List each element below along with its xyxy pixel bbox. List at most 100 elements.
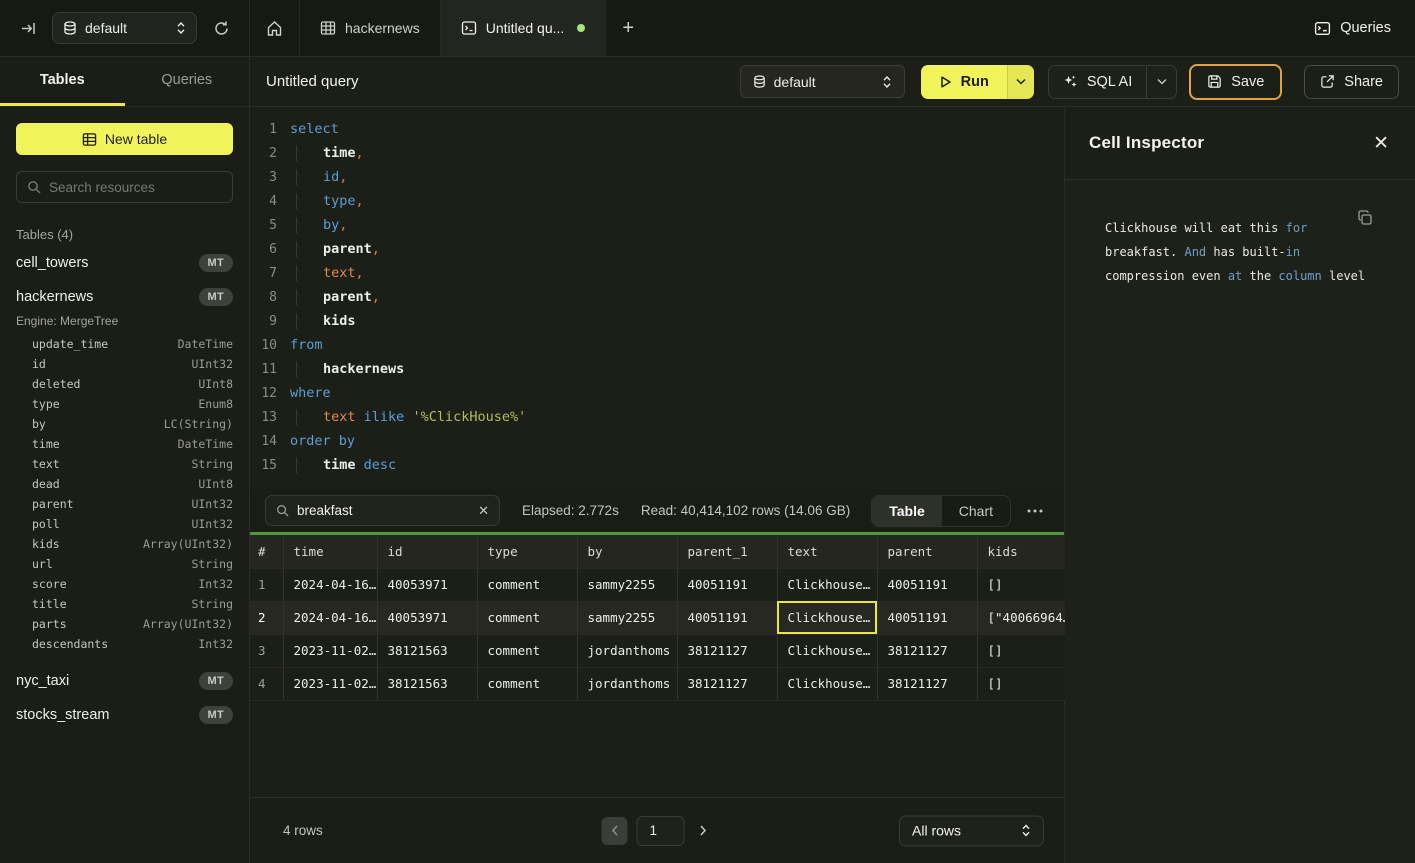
table-cell[interactable]: 38121127 [677,667,777,700]
column-header[interactable]: id [377,535,477,568]
table-cell[interactable]: ["40066964… [977,601,1065,634]
tab-hackernews[interactable]: hackernews [300,0,441,56]
sidebar-table-cell-towers[interactable]: cell_towers MT [0,248,249,278]
table-cell[interactable]: 2023-11-02… [283,634,377,667]
sql-ai-button[interactable]: SQL AI [1049,74,1146,90]
table-cell[interactable]: 38121563 [377,667,477,700]
column-header[interactable]: kids [977,535,1065,568]
save-button[interactable]: Save [1189,64,1282,100]
column-list-item[interactable]: partsArray(UInt32) [0,614,249,634]
table-cell[interactable]: 38121127 [677,634,777,667]
table-cell[interactable]: Clickhouse… [777,634,877,667]
column-list-item[interactable]: pollUInt32 [0,514,249,534]
sidebar-tab-queries[interactable]: Queries [125,57,250,106]
column-header[interactable]: time [283,535,377,568]
column-list-item[interactable]: typeEnum8 [0,394,249,414]
tab-home[interactable] [250,0,300,56]
sidebar-table-hackernews[interactable]: hackernews MT [0,282,249,312]
column-list-item[interactable]: deadUInt8 [0,474,249,494]
column-header[interactable]: # [250,535,283,568]
column-list-item[interactable]: parentUInt32 [0,494,249,514]
table-cell[interactable]: 2024-04-16… [283,568,377,601]
table-cell[interactable]: jordanthoms [577,634,677,667]
clear-filter-icon[interactable]: ✕ [478,503,489,519]
column-list-item[interactable]: descendantsInt32 [0,634,249,654]
table-cell[interactable]: [] [977,568,1065,601]
table-cell[interactable]: jordanthoms [577,667,677,700]
page-size-selector[interactable]: All rows [899,815,1044,846]
sql-ai-options-button[interactable] [1146,66,1176,98]
search-resources-input[interactable] [49,180,222,195]
table-cell[interactable]: comment [477,568,577,601]
column-list-item[interactable]: byLC(String) [0,414,249,434]
column-type: Array(UInt32) [143,537,233,551]
queries-button[interactable]: Queries [1290,0,1415,56]
row-number[interactable]: 3 [250,634,283,667]
column-type: Array(UInt32) [143,617,233,631]
run-options-button[interactable] [1007,65,1034,99]
column-list-item[interactable]: update_timeDateTime [0,334,249,354]
next-page-button[interactable] [694,825,713,836]
sidebar-tab-tables[interactable]: Tables [0,57,125,106]
table-cell[interactable]: 38121127 [877,667,977,700]
table-cell[interactable]: comment [477,667,577,700]
column-header[interactable]: parent [877,535,977,568]
sql-editor[interactable]: 1select2time,3id,4type,5by,6parent,7text… [250,107,1064,489]
table-cell[interactable]: 2024-04-16… [283,601,377,634]
column-list-item[interactable]: urlString [0,554,249,574]
table-cell[interactable]: comment [477,634,577,667]
table-cell[interactable]: 40051191 [877,568,977,601]
column-list-item[interactable]: idUInt32 [0,354,249,374]
table-cell[interactable]: 40053971 [377,568,477,601]
column-list-item[interactable]: textString [0,454,249,474]
code-content: id, [296,169,347,185]
column-list-item[interactable]: titleString [0,594,249,614]
column-header[interactable]: by [577,535,677,568]
table-cell[interactable]: Clickhouse… [777,667,877,700]
row-number[interactable]: 1 [250,568,283,601]
table-cell[interactable]: 38121127 [877,634,977,667]
table-cell[interactable]: Clickhouse… [777,568,877,601]
column-header[interactable]: type [477,535,577,568]
new-table-button[interactable]: New table [16,123,233,155]
refresh-icon[interactable] [207,14,235,42]
column-header[interactable]: text [777,535,877,568]
row-number[interactable]: 4 [250,667,283,700]
results-filter-input[interactable] [297,503,470,518]
table-cell[interactable]: sammy2255 [577,568,677,601]
view-toggle-chart[interactable]: Chart [942,496,1010,526]
column-header[interactable]: parent_1 [677,535,777,568]
close-icon[interactable]: ✕ [1373,134,1389,153]
page-number-input[interactable] [637,816,685,846]
copy-icon[interactable] [1357,210,1373,226]
table-cell[interactable]: [] [977,634,1065,667]
previous-page-button[interactable] [602,817,628,845]
column-list-item[interactable]: scoreInt32 [0,574,249,594]
column-list-item[interactable]: timeDateTime [0,434,249,454]
column-list-item[interactable]: deletedUInt8 [0,374,249,394]
table-cell[interactable]: 40051191 [677,568,777,601]
table-cell[interactable]: [] [977,667,1065,700]
column-list-item[interactable]: kidsArray(UInt32) [0,534,249,554]
table-cell[interactable]: 40051191 [877,601,977,634]
tab-untitled-query[interactable]: Untitled qu... [441,0,607,56]
database-selector-top[interactable]: default [52,12,197,44]
table-cell[interactable]: comment [477,601,577,634]
table-cell[interactable]: 40051191 [677,601,777,634]
table-cell[interactable]: sammy2255 [577,601,677,634]
table-row: 22024-04-16…40053971commentsammy22554005… [250,601,1065,634]
row-number[interactable]: 2 [250,601,283,634]
run-button[interactable]: Run [921,65,1007,99]
more-options-icon[interactable] [1027,509,1043,513]
table-cell[interactable]: Clickhouse… [777,601,877,634]
view-toggle-table[interactable]: Table [872,496,942,526]
table-cell[interactable]: 38121563 [377,634,477,667]
table-cell[interactable]: 40053971 [377,601,477,634]
table-cell[interactable]: 2023-11-02… [283,667,377,700]
database-selector-query[interactable]: default [740,65,905,98]
sidebar-table-stocks-stream[interactable]: stocks_stream MT [0,700,249,730]
share-button[interactable]: Share [1304,65,1399,99]
sidebar-table-nyc-taxi[interactable]: nyc_taxi MT [0,666,249,696]
collapse-sidebar-icon[interactable] [14,14,42,42]
new-tab-button[interactable]: + [606,0,650,56]
